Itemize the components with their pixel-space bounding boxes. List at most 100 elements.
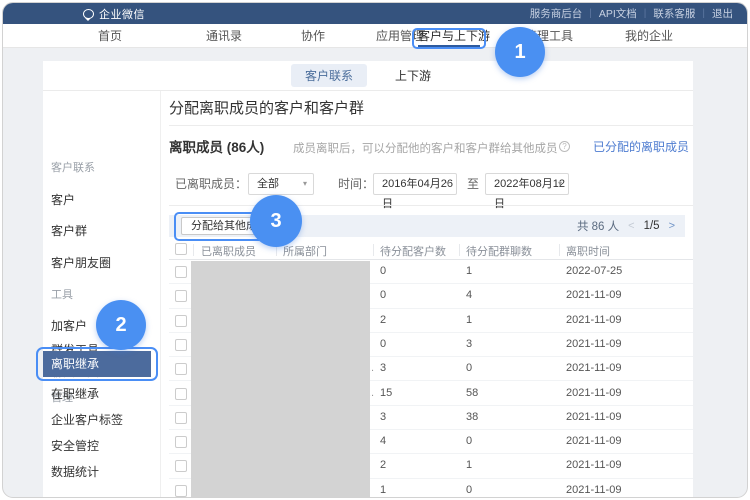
next-page-icon[interactable]: > (669, 220, 675, 232)
separator: | (589, 8, 592, 19)
pending-groupchats-value: 0 (466, 435, 472, 447)
row-checkbox[interactable] (175, 460, 187, 472)
row-checkbox[interactable] (175, 266, 187, 278)
pending-customers-value: 4 (380, 435, 386, 447)
pending-groupchats-value: 1 (466, 314, 472, 326)
nav-my-company[interactable]: 我的企业 (625, 24, 673, 48)
row-checkbox[interactable] (175, 315, 187, 327)
departure-date-value: 2021-11-09 (566, 435, 621, 447)
sidebar-section-config-clipped: 配置 (51, 494, 151, 498)
pending-groupchats-value: 0 (466, 484, 472, 496)
prev-page-icon[interactable]: < (628, 220, 634, 232)
pending-groupchats-value: 3 (466, 338, 472, 350)
nav-contacts[interactable]: 通讯录 (206, 24, 242, 48)
sidebar-item-security-control[interactable]: 安全管控 (51, 437, 151, 454)
sidebar-item-customer-moments[interactable]: 客户朋友圈 (51, 254, 151, 271)
assigned-members-link[interactable]: 已分配的离职成员 (593, 138, 689, 155)
pending-customers-value: 3 (380, 362, 386, 374)
row-checkbox[interactable] (175, 290, 187, 302)
departed-filter-select[interactable]: 全部 ▾ (248, 173, 314, 195)
pending-customers-value: 1 (380, 484, 386, 496)
sidebar-divider (160, 91, 161, 498)
pending-customers-value: 0 (380, 338, 386, 350)
primary-nav: 首页 通讯录 协作 应用管理 客户与上下游 管理工具 我的企业 (3, 24, 747, 48)
divider (169, 205, 693, 206)
time-from-select[interactable]: 2016年04月26日 ▾ (373, 173, 457, 195)
subtab-bar: 客户联系 上下游 (43, 61, 693, 91)
departure-date-value: 2021-11-09 (566, 459, 621, 471)
separator: | (644, 8, 647, 19)
divider (169, 125, 693, 126)
pending-customers-value: 3 (380, 411, 386, 423)
pending-customers-value: 2 (380, 314, 386, 326)
annotation-step-3: 3 (250, 195, 302, 247)
sidebar-item-data-statistics[interactable]: 数据统计 (51, 463, 151, 480)
annotation-box-nav-customers (412, 28, 486, 49)
top-link-contact-support[interactable]: 联系客服 (653, 6, 695, 21)
departure-date-value: 2021-11-09 (566, 484, 621, 496)
annotation-step-2: 2 (96, 300, 146, 350)
annotation-box-resignation-item (36, 347, 158, 381)
nav-home[interactable]: 首页 (98, 24, 122, 48)
departure-date-value: 2021-11-09 (566, 362, 621, 374)
col-pending-groupchats: 待分配群聊数 (466, 243, 532, 259)
col-department: 所属部门 (283, 243, 327, 259)
row-checkbox[interactable] (175, 388, 187, 400)
top-link-api-docs[interactable]: API文档 (599, 6, 637, 21)
sidebar-item-onjob-inheritance[interactable]: 在职继承 (51, 385, 151, 402)
chevron-down-icon: ▾ (558, 174, 562, 194)
pending-groupchats-value: 1 (466, 459, 472, 471)
pending-groupchats-value: 58 (466, 387, 478, 399)
info-icon[interactable]: ? (559, 141, 570, 152)
departed-members-description: 成员离职后，可以分配他的客户和客户群给其他成员 (293, 140, 558, 156)
sidebar-item-customer-tags[interactable]: 企业客户标签 (51, 411, 151, 428)
page-indicator: 1/5 (644, 220, 660, 232)
row-checkbox[interactable] (175, 363, 187, 375)
sidebar-item-customer-groups[interactable]: 客户群 (51, 222, 151, 239)
departure-date-value: 2021-11-09 (566, 387, 621, 399)
redacted-region (191, 261, 370, 498)
content-card: 客户联系 上下游 客户联系 客户 客户群 客户朋友圈 工具 加客户 群发工具 聊… (43, 61, 693, 498)
pending-groupchats-value: 4 (466, 289, 472, 301)
nav-collaboration[interactable]: 协作 (301, 24, 325, 48)
chevron-down-icon: ▾ (446, 174, 450, 194)
col-departure-date: 离职时间 (566, 243, 610, 259)
col-departed-member: 已离职成员 (201, 243, 256, 259)
pending-groupchats-value: 0 (466, 362, 472, 374)
table-header: 已离职成员 所属部门 待分配客户数 待分配群聊数 离职时间 (169, 240, 693, 260)
row-checkbox[interactable] (175, 339, 187, 351)
column-separator (193, 244, 194, 256)
pagination: 共 86 人 < 1/5 > (577, 215, 675, 237)
departure-date-value: 2021-11-09 (566, 338, 621, 350)
pending-customers-value: 0 (380, 265, 386, 277)
brand-name: 企业微信 (99, 6, 145, 22)
column-separator (559, 244, 560, 256)
pending-groupchats-value: 1 (466, 265, 472, 277)
row-checkbox[interactable] (175, 485, 187, 497)
pending-customers-value: 15 (380, 387, 392, 399)
row-checkbox[interactable] (175, 412, 187, 424)
row-checkbox[interactable] (175, 436, 187, 448)
tab-updownstream[interactable]: 上下游 (381, 64, 445, 87)
browser-frame: 企业微信 服务商后台 | API文档 | 联系客服 | 退出 首页 通讯录 协作… (2, 2, 748, 498)
column-separator (459, 244, 460, 256)
column-separator (373, 244, 374, 256)
departure-date-value: 2021-11-09 (566, 289, 621, 301)
to-label: 至 (467, 173, 479, 195)
pending-customers-value: 2 (380, 459, 386, 471)
top-link-provider[interactable]: 服务商后台 (530, 6, 583, 21)
top-link-logout[interactable]: 退出 (712, 6, 733, 21)
total-count: 共 86 人 (577, 218, 619, 234)
select-all-checkbox[interactable] (175, 243, 187, 255)
tab-customer-contact[interactable]: 客户联系 (291, 64, 367, 87)
sidebar-item-customers[interactable]: 客户 (51, 191, 151, 208)
sidebar-section-customer-contact: 客户联系 (51, 159, 151, 175)
departure-date-value: 2021-11-09 (566, 411, 621, 423)
departure-date-value: 2021-11-09 (566, 314, 621, 326)
departed-filter-value: 全部 (257, 178, 279, 190)
sidebar-section-tools: 工具 (51, 286, 151, 302)
chevron-down-icon: ▾ (303, 174, 307, 194)
pending-groupchats-value: 38 (466, 411, 478, 423)
time-to-select[interactable]: 2022年08月12日 ▾ (485, 173, 569, 195)
page-title: 分配离职成员的客户和客户群 (169, 97, 364, 118)
